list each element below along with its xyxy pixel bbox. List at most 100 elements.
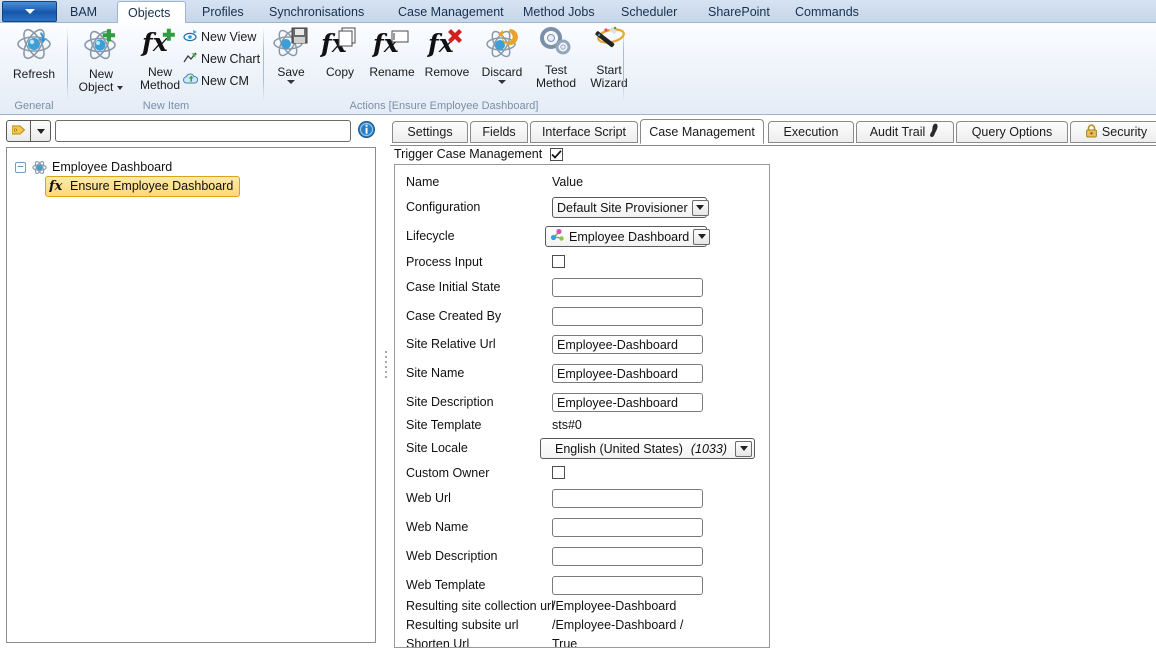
ribbon-tab-method-jobs[interactable]: Method Jobs (513, 0, 605, 23)
form-row-custom-owner: Custom Owner (395, 461, 769, 485)
configuration-combobox[interactable]: Default Site Provisioner (552, 197, 707, 218)
discard-icon (483, 25, 521, 64)
info-button[interactable] (358, 120, 378, 142)
rename-method-icon: fx (372, 25, 412, 64)
web-name-input[interactable] (552, 518, 703, 537)
case-created-by-input[interactable] (552, 307, 703, 326)
label-lifecycle: Lifecycle (406, 224, 455, 248)
ribbon-tab-label: Case Management (398, 5, 504, 19)
rename-button-label: Rename (369, 66, 414, 79)
ribbon-tab-scheduler[interactable]: Scheduler (611, 0, 687, 23)
discard-button[interactable]: Discard (474, 25, 530, 84)
save-button[interactable]: Save (264, 25, 318, 84)
ribbon-tab-sharepoint[interactable]: SharePoint (698, 0, 780, 23)
object-tree[interactable]: − Employee Dashboard fx (6, 147, 376, 643)
site-description-input[interactable] (552, 393, 703, 412)
new-cm-button[interactable]: New CM (183, 73, 249, 89)
ribbon-tab-commands[interactable]: Commands (785, 0, 869, 23)
panel-splitter[interactable] (382, 116, 390, 649)
lifecycle-icon (550, 228, 565, 245)
start-wizard-button[interactable]: Start Wizard (582, 25, 636, 90)
custom-owner-checkbox[interactable] (552, 466, 565, 479)
form-row-case-initial-state: Case Initial State (395, 275, 769, 299)
new-method-label-line2: Method (140, 78, 180, 92)
ribbon-tab-objects[interactable]: Objects (117, 1, 186, 24)
search-input[interactable] (55, 120, 351, 142)
label-site-description: Site Description (406, 390, 494, 414)
label-custom-owner: Custom Owner (406, 461, 489, 485)
new-object-button[interactable]: New Object (70, 25, 132, 94)
tab-execution[interactable]: Execution (768, 121, 854, 143)
new-method-icon: fx (140, 25, 180, 64)
ribbon-tab-label: Method Jobs (523, 5, 595, 19)
tab-interface-script[interactable]: Interface Script (530, 121, 638, 143)
tag-icon (12, 124, 26, 139)
refresh-button[interactable]: Refresh (3, 25, 65, 81)
form-row-lifecycle: Lifecycle Employee Dashboard (395, 224, 769, 248)
tree-node-employee-dashboard[interactable]: − Employee Dashboard (15, 158, 172, 176)
rename-button[interactable]: fx Rename (364, 25, 420, 79)
chevron-down-icon[interactable] (735, 441, 752, 457)
case-initial-state-input[interactable] (552, 278, 703, 297)
tab-label: Fields (482, 125, 515, 139)
web-description-input[interactable] (552, 547, 703, 566)
shorten-url-value: True (552, 634, 577, 648)
trigger-case-management-checkbox[interactable] (550, 148, 563, 161)
tab-case-management[interactable]: Case Management (640, 119, 764, 144)
new-view-button[interactable]: New View (183, 29, 256, 45)
copy-method-icon: fx (320, 25, 360, 64)
filter-dropdown-button[interactable] (30, 120, 51, 142)
test-method-button-label: Test Method (536, 64, 576, 90)
test-method-button[interactable]: Test Method (530, 25, 582, 90)
test-method-icon (537, 25, 575, 62)
tab-audit-trail[interactable]: Audit Trail (856, 121, 954, 143)
ribbon-tab-case-management[interactable]: Case Management (388, 0, 514, 23)
label-case-initial-state: Case Initial State (406, 275, 501, 299)
label-case-created-by: Case Created By (406, 304, 501, 328)
site-name-input[interactable] (552, 364, 703, 383)
footprint-icon (929, 123, 940, 141)
tab-settings[interactable]: Settings (392, 121, 468, 143)
tab-strip-underline (390, 145, 1156, 146)
form-header-value: Value (552, 170, 583, 194)
tree-node-ensure-employee-dashboard[interactable]: fx Ensure Employee Dashboard (45, 177, 240, 195)
object-explorer-panel: − Employee Dashboard fx (0, 116, 382, 649)
label-site-template: Site Template (406, 413, 482, 437)
tree-node-selected[interactable]: fx Ensure Employee Dashboard (45, 176, 240, 197)
application-menu-button[interactable] (2, 1, 57, 22)
tab-security[interactable]: Security (1070, 121, 1156, 143)
web-template-input[interactable] (552, 576, 703, 595)
chevron-down-icon[interactable] (693, 229, 710, 245)
chevron-down-icon[interactable] (692, 200, 709, 216)
process-input-checkbox[interactable] (552, 255, 565, 268)
new-chart-button[interactable]: New Chart (183, 51, 260, 67)
copy-button[interactable]: fx Copy (316, 25, 364, 79)
ribbon-tab-bam[interactable]: BAM (60, 0, 107, 23)
configuration-value: Default Site Provisioner (557, 201, 688, 215)
label-site-name: Site Name (406, 361, 464, 385)
tab-label: Case Management (649, 125, 755, 139)
form-row-resulting-site-collection-url: Resulting site collection url /Employee-… (395, 596, 769, 615)
form-row-case-created-by: Case Created By (395, 304, 769, 328)
resulting-subsite-url-value: /Employee-Dashboard / (552, 615, 683, 634)
site-relative-url-input[interactable] (552, 335, 703, 354)
lifecycle-value: Employee Dashboard (569, 230, 689, 244)
site-locale-combobox[interactable]: English (United States) (1033) (540, 438, 755, 459)
new-method-button[interactable]: fx New Method (129, 25, 191, 92)
web-url-input[interactable] (552, 489, 703, 508)
label-process-input: Process Input (406, 250, 482, 274)
form-row-web-template: Web Template (395, 573, 769, 597)
tab-query-options[interactable]: Query Options (956, 121, 1068, 143)
remove-button[interactable]: fx Remove (420, 25, 474, 79)
ribbon-tab-profiles[interactable]: Profiles (192, 0, 254, 23)
new-object-label-line2: Object (79, 80, 114, 94)
ribbon-group-general-label: General (0, 100, 68, 112)
trigger-case-management-row: Trigger Case Management (394, 147, 563, 161)
discard-button-label: Discard (482, 66, 523, 79)
tag-filter-button[interactable] (6, 120, 30, 142)
tree-expander-minus-icon[interactable]: − (15, 162, 26, 173)
tab-fields[interactable]: Fields (470, 121, 528, 143)
ribbon-tab-label: Synchronisations (269, 5, 364, 19)
ribbon-tab-synchronisations[interactable]: Synchronisations (259, 0, 374, 23)
lifecycle-combobox[interactable]: Employee Dashboard (545, 226, 707, 247)
